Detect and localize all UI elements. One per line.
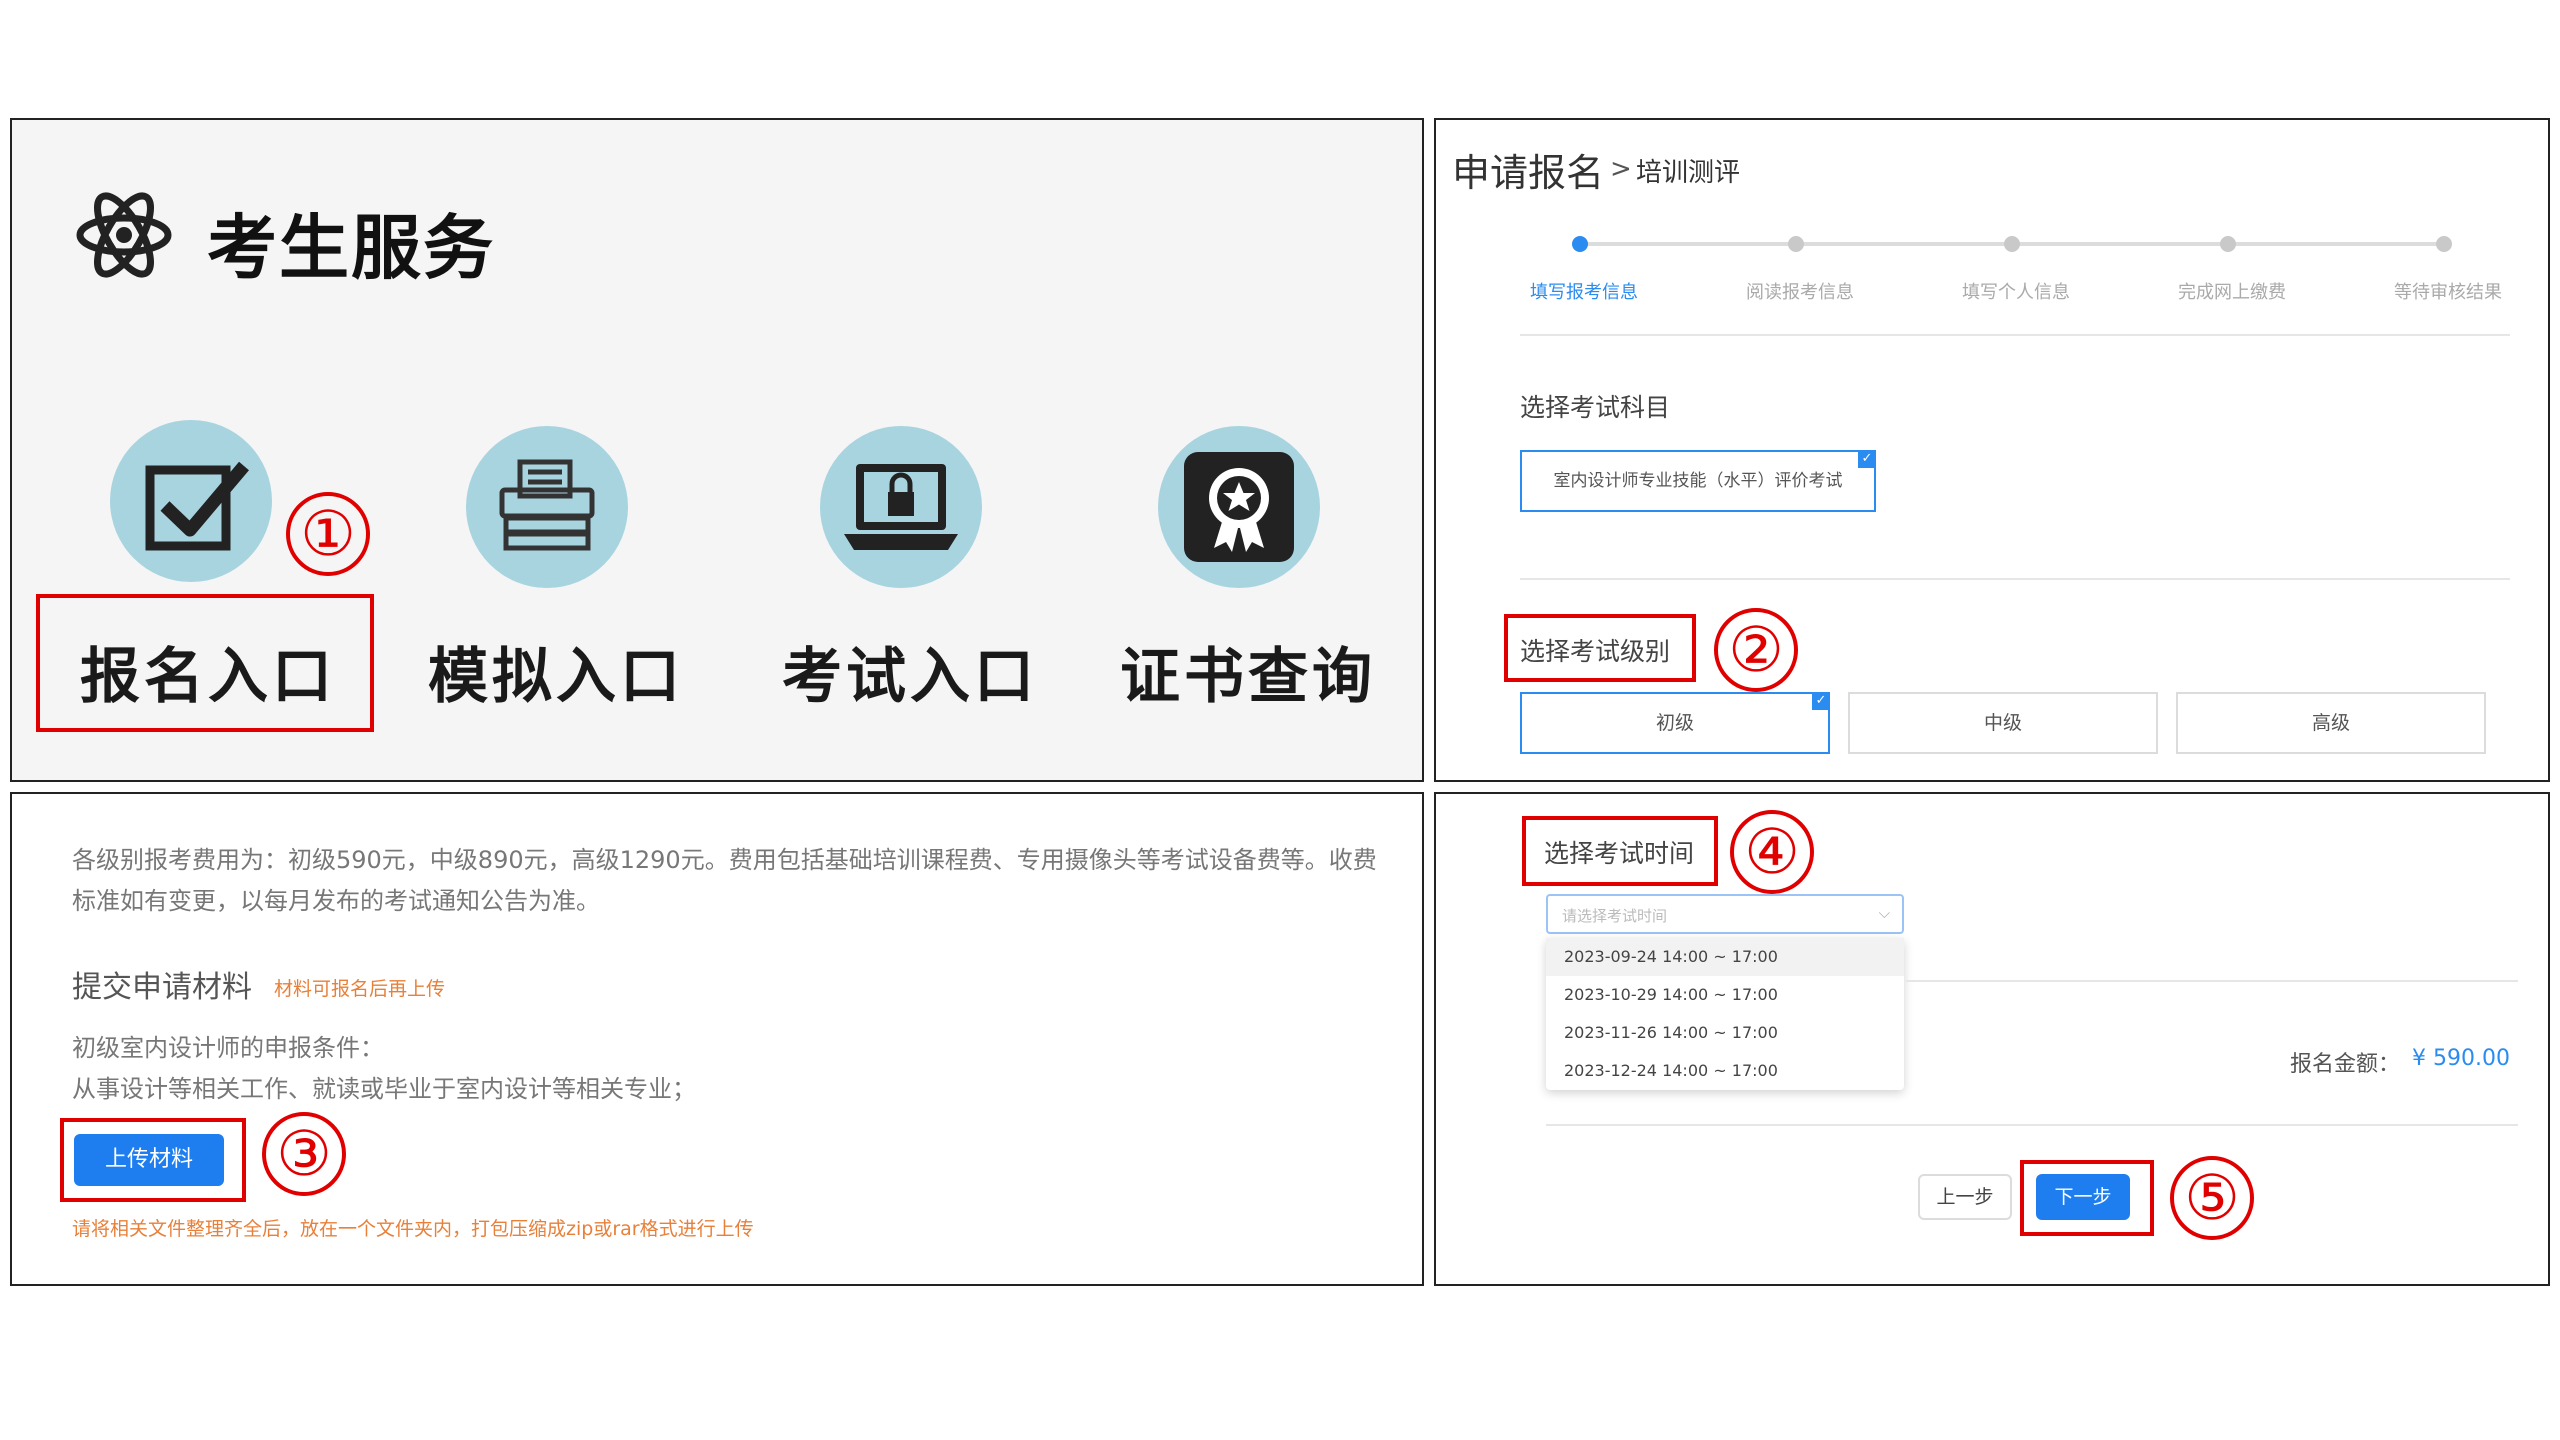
fee-amount: ¥ 590.00 <box>2412 1046 2510 1071</box>
step-label-2: 阅读报考信息 <box>1746 282 1854 303</box>
level-label: 选择考试级别 <box>1520 637 1671 666</box>
breadcrumb-main[interactable]: 申请报名 <box>1452 142 1604 197</box>
step-dot-4 <box>2220 236 2236 252</box>
step-marker-4: ④ <box>1730 810 1814 894</box>
select-placeholder: 请选择考试时间 <box>1562 907 1668 925</box>
register-entry-icon[interactable] <box>110 420 272 582</box>
level-option-primary-text: 初级 <box>1655 712 1694 734</box>
atom-icon <box>76 192 172 278</box>
divider <box>1906 980 2518 982</box>
step-dot-5 <box>2436 236 2452 252</box>
step-marker-1: ① <box>286 492 370 576</box>
level-option-advanced[interactable]: 高级 <box>2176 692 2486 754</box>
prev-step-button[interactable]: 上一步 <box>1918 1174 2012 1220</box>
exam-entry-label[interactable]: 考试入口 <box>782 628 1038 715</box>
step-marker-3: ③ <box>262 1112 346 1196</box>
breadcrumb-separator: > <box>1610 154 1632 184</box>
step-dot-2 <box>1788 236 1804 252</box>
mock-entry-icon[interactable] <box>466 426 628 588</box>
materials-note: 材料可报名后再上传 <box>274 978 446 1000</box>
register-entry-label[interactable]: 报名入口 <box>80 628 336 715</box>
fee-description: 各级别报考费用为：初级590元，中级890元，高级1290元。费用包括基础培训课… <box>72 846 1377 915</box>
breadcrumb-sub: 培训测评 <box>1636 158 1741 188</box>
subject-option-text: 室内设计师专业技能（水平）评价考试 <box>1553 471 1843 491</box>
check-icon: ✓ <box>1812 692 1830 710</box>
condition-title: 初级室内设计师的申报条件： <box>72 1034 384 1062</box>
step-label-4: 完成网上缴费 <box>2178 282 2286 303</box>
level-option-advanced-text: 高级 <box>2311 712 2350 734</box>
typewriter-icon <box>499 459 595 551</box>
level-option-intermediate[interactable]: 中级 <box>1848 692 2158 754</box>
checkbox-icon <box>145 461 249 551</box>
step-marker-2: ② <box>1714 608 1798 692</box>
exam-time-panel: 选择考试时间 ④ 请选择考试时间 ⌵ 2023-09-24 14:00 ~ 17… <box>1434 792 2550 1286</box>
certificate-entry-icon[interactable] <box>1158 426 1320 588</box>
mock-entry-label[interactable]: 模拟入口 <box>428 628 684 715</box>
chevron-down-icon: ⌵ <box>1878 904 1890 922</box>
materials-title: 提交申请材料 <box>72 970 252 1005</box>
fee-label: 报名金额： <box>2290 1052 2401 1077</box>
check-icon: ✓ <box>1858 450 1876 468</box>
next-step-button[interactable]: 下一步 <box>2036 1174 2130 1220</box>
upload-hint: 请将相关文件整理齐全后，放在一个文件夹内，打包压缩成zip或rar格式进行上传 <box>72 1218 754 1240</box>
time-option[interactable]: 2023-09-24 14:00 ~ 17:00 <box>1546 938 1904 976</box>
step-dot-3 <box>2004 236 2020 252</box>
condition-text: 从事设计等相关工作、就读或毕业于室内设计等相关专业； <box>72 1075 696 1103</box>
step-dot-1 <box>1572 236 1588 252</box>
divider <box>1520 334 2510 336</box>
step-label-1: 填写报考信息 <box>1530 282 1638 303</box>
level-option-primary[interactable]: 初级 ✓ <box>1520 692 1830 754</box>
divider <box>1546 1124 2518 1126</box>
time-dropdown: 2023-09-24 14:00 ~ 17:00 2023-10-29 14:0… <box>1546 938 1904 1090</box>
step-label-5: 等待审核结果 <box>2394 282 2502 303</box>
step-marker-5: ⑤ <box>2170 1156 2254 1240</box>
time-option[interactable]: 2023-10-29 14:00 ~ 17:00 <box>1546 976 1904 1014</box>
condition-block: 初级室内设计师的申报条件： 从事设计等相关工作、就读或毕业于室内设计等相关专业； <box>72 1028 696 1110</box>
exam-time-select[interactable]: 请选择考试时间 ⌵ <box>1546 894 1904 934</box>
application-step1-panel: 申请报名 > 培训测评 填写报考信息 阅读报考信息 填写个人信息 完成网上缴费 … <box>1434 118 2550 782</box>
divider <box>1520 578 2510 580</box>
level-option-intermediate-text: 中级 <box>1983 712 2022 734</box>
subject-label: 选择考试科目 <box>1520 393 1671 422</box>
exam-entry-icon[interactable] <box>820 426 982 588</box>
certificate-badge-icon <box>1184 452 1294 562</box>
materials-panel: 各级别报考费用为：初级590元，中级890元，高级1290元。费用包括基础培训课… <box>10 792 1424 1286</box>
certificate-query-label[interactable]: 证书查询 <box>1120 628 1376 715</box>
time-option[interactable]: 2023-12-24 14:00 ~ 17:00 <box>1546 1052 1904 1090</box>
upload-materials-button[interactable]: 上传材料 <box>74 1134 224 1186</box>
page-title: 考生服务 <box>207 207 495 289</box>
time-label: 选择考试时间 <box>1544 839 1695 868</box>
subject-option[interactable]: 室内设计师专业技能（水平）评价考试 ✓ <box>1520 450 1876 512</box>
time-option[interactable]: 2023-11-26 14:00 ~ 17:00 <box>1546 1014 1904 1052</box>
laptop-lock-icon <box>844 464 958 550</box>
step-label-3: 填写个人信息 <box>1962 282 2070 303</box>
service-panel: 考生服务 报名入口 ① 模拟入口 考试入口 证书查询 <box>10 118 1424 782</box>
